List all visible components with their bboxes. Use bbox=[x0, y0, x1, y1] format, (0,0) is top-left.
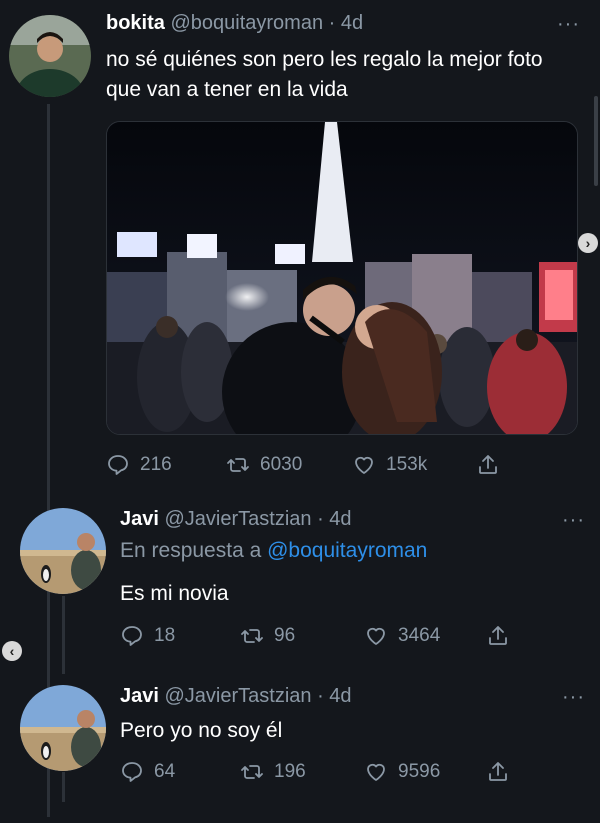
next-arrow-icon[interactable]: › bbox=[578, 233, 598, 253]
retweet-button[interactable]: 196 bbox=[240, 760, 306, 784]
avatar-bokita[interactable] bbox=[9, 15, 91, 97]
reply-button[interactable]: 64 bbox=[120, 760, 175, 784]
reply-button[interactable]: 18 bbox=[120, 624, 175, 648]
avatar-javi-image bbox=[20, 508, 106, 594]
user-handle[interactable]: @JavierTastzian bbox=[165, 508, 312, 530]
share-button[interactable] bbox=[476, 453, 510, 477]
tweet-time[interactable]: · 4d bbox=[329, 12, 363, 34]
share-icon bbox=[479, 455, 497, 474]
reply-count: 216 bbox=[140, 454, 172, 475]
share-button[interactable] bbox=[486, 760, 520, 784]
tweet-actions: 64 196 9596 bbox=[120, 759, 520, 785]
thread-line-3 bbox=[62, 772, 65, 802]
display-name[interactable]: Javi bbox=[120, 508, 159, 530]
more-dots-icon[interactable]: ··· bbox=[557, 14, 580, 34]
retweet-count: 96 bbox=[274, 625, 296, 646]
share-icon bbox=[489, 762, 507, 781]
like-count: 9596 bbox=[398, 761, 441, 782]
tweet-header: Javi @JavierTastzian · 4d bbox=[120, 508, 352, 531]
previous-arrow-icon[interactable]: ‹ bbox=[2, 641, 22, 661]
reply-prefix: En respuesta a bbox=[120, 539, 262, 562]
tweet-text: Es mi novia bbox=[120, 582, 229, 605]
retweet-icon bbox=[241, 629, 263, 643]
like-count: 3464 bbox=[398, 625, 441, 646]
heart-icon bbox=[367, 627, 385, 645]
tweet-header: bokita @boquitayroman · 4d bbox=[106, 12, 363, 35]
avatar-javi[interactable] bbox=[20, 508, 106, 594]
retweet-icon bbox=[241, 765, 263, 779]
like-button[interactable]: 3464 bbox=[364, 624, 440, 648]
tweet-actions: 18 96 3464 bbox=[120, 623, 520, 649]
reply-icon bbox=[108, 455, 128, 475]
share-icon bbox=[489, 626, 507, 645]
photo-kiss-obelisco bbox=[107, 122, 577, 434]
avatar-javi[interactable] bbox=[20, 685, 106, 771]
reply-icon bbox=[122, 762, 142, 782]
retweet-button[interactable]: 6030 bbox=[226, 453, 302, 477]
avatar-bokita-image bbox=[9, 15, 91, 97]
avatar-javi-image bbox=[20, 685, 106, 771]
like-count: 153k bbox=[386, 454, 428, 475]
reply-count: 18 bbox=[154, 625, 176, 646]
tweet-text: no sé quiénes son pero les regalo la mej… bbox=[106, 48, 543, 101]
thread-line-2 bbox=[62, 596, 65, 674]
display-name[interactable]: Javi bbox=[120, 685, 159, 707]
user-handle[interactable]: @boquitayroman bbox=[170, 12, 323, 34]
tweet-time[interactable]: · 4d bbox=[317, 685, 351, 707]
tweet-header: Javi @JavierTastzian · 4d bbox=[120, 685, 352, 708]
display-name[interactable]: bokita bbox=[106, 12, 165, 34]
tweet-photo[interactable] bbox=[106, 121, 578, 435]
reply-icon bbox=[122, 626, 142, 646]
more-dots-icon[interactable]: ··· bbox=[562, 687, 585, 707]
reply-mention-link[interactable]: @boquitayroman bbox=[267, 539, 427, 562]
retweet-button[interactable]: 96 bbox=[240, 624, 295, 648]
tweet-text: Pero yo no soy él bbox=[120, 719, 283, 742]
tweet-time[interactable]: · 4d bbox=[317, 508, 351, 530]
reply-button[interactable]: 216 bbox=[106, 453, 172, 477]
user-handle[interactable]: @JavierTastzian bbox=[165, 685, 312, 707]
tweet-actions: 216 6030 153k bbox=[106, 452, 506, 478]
retweet-icon bbox=[227, 458, 249, 472]
retweet-count: 196 bbox=[274, 761, 306, 782]
reply-count: 64 bbox=[154, 761, 176, 782]
like-button[interactable]: 153k bbox=[352, 453, 427, 477]
reply-context: En respuesta a @boquitayroman bbox=[120, 539, 427, 563]
heart-icon bbox=[355, 456, 373, 474]
like-button[interactable]: 9596 bbox=[364, 760, 440, 784]
heart-icon bbox=[367, 763, 385, 781]
scrollbar[interactable] bbox=[594, 96, 598, 186]
share-button[interactable] bbox=[486, 624, 520, 648]
more-dots-icon[interactable]: ··· bbox=[562, 510, 585, 530]
retweet-count: 6030 bbox=[260, 454, 303, 475]
